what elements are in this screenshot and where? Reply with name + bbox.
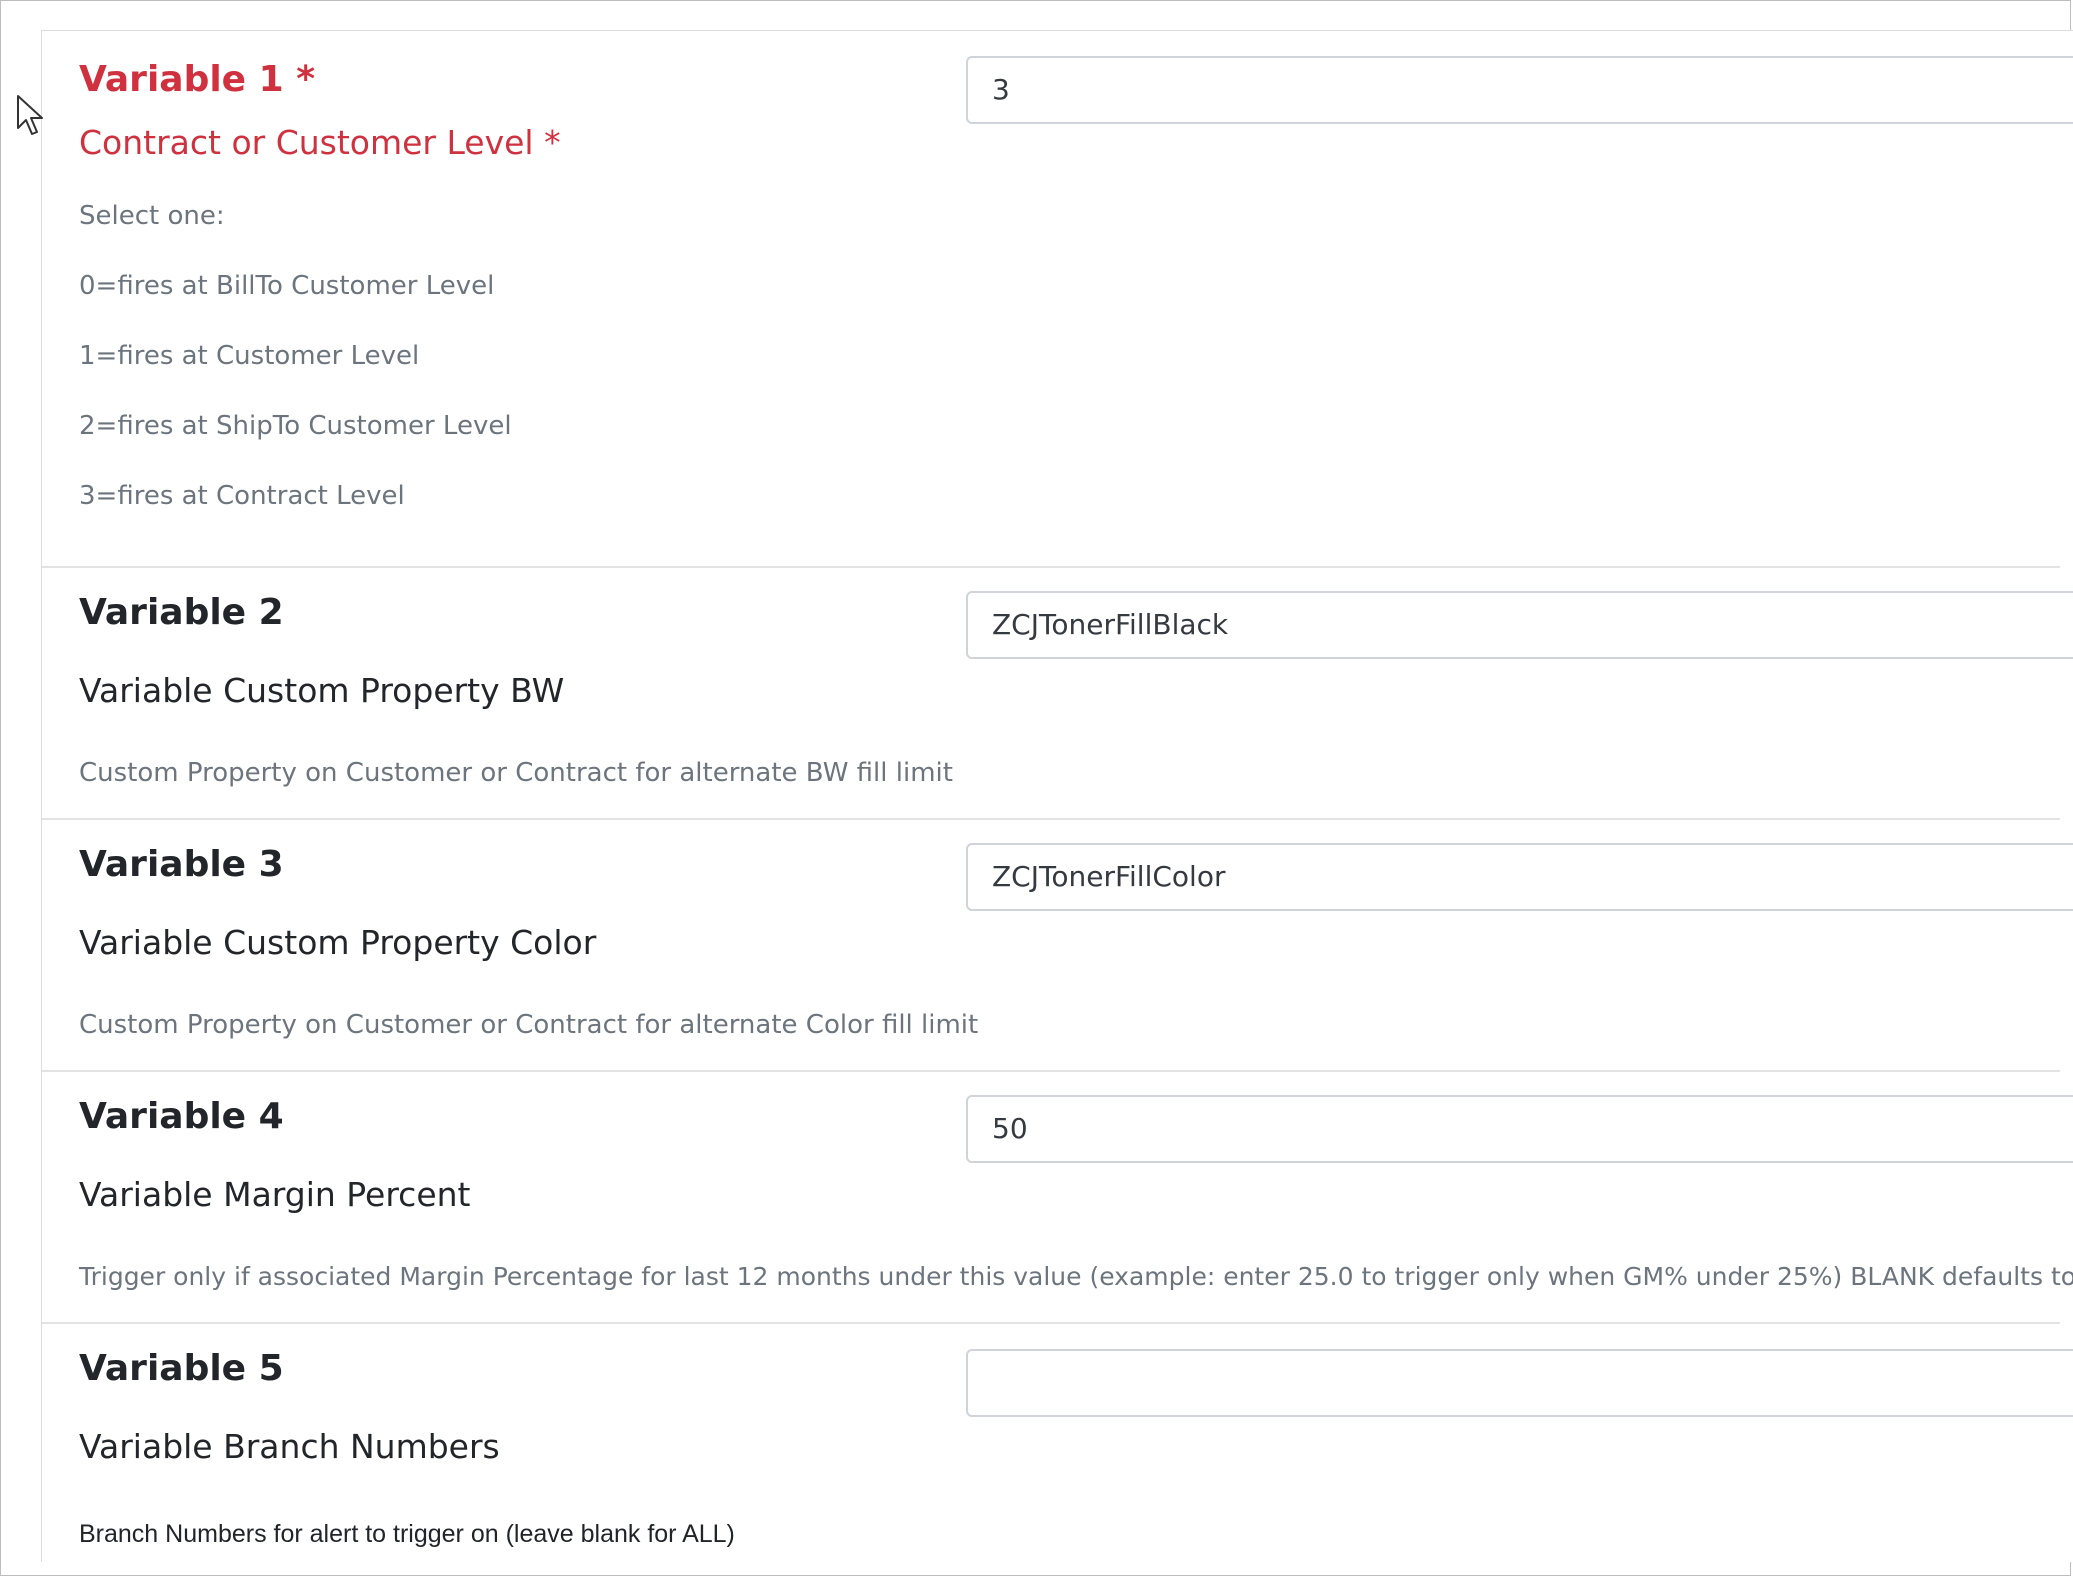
variable-4-title: Variable 4 xyxy=(79,1096,284,1137)
variable-4-row: Variable 4 Variable Margin Percent Trigg… xyxy=(42,1072,2073,1324)
variable-3-subtitle: Variable Custom Property Color xyxy=(79,923,597,962)
variable-4-input[interactable]: 50 xyxy=(966,1095,2073,1163)
variable-2-input[interactable]: ZCJTonerFillBlack xyxy=(966,591,2073,659)
mouse-pointer-icon xyxy=(17,95,43,135)
variable-5-subtitle: Variable Branch Numbers xyxy=(79,1427,500,1466)
variable-1-row: Variable 1 * Contract or Customer Level … xyxy=(42,31,2073,568)
variable-1-help-line: 1=fires at Customer Level xyxy=(79,341,420,371)
variable-1-help-line: 2=fires at ShipTo Customer Level xyxy=(79,411,512,441)
variable-1-help-line: 3=fires at Contract Level xyxy=(79,481,405,511)
variable-2-row: Variable 2 Variable Custom Property BW C… xyxy=(42,568,2073,820)
variable-5-help: Branch Numbers for alert to trigger on (… xyxy=(79,1520,735,1548)
variable-3-title: Variable 3 xyxy=(79,844,284,885)
variable-3-help: Custom Property on Customer or Contract … xyxy=(79,1010,979,1040)
variable-5-row: Variable 5 Variable Branch Numbers Branc… xyxy=(42,1324,2073,1562)
variable-5-input[interactable] xyxy=(966,1349,2073,1417)
variable-1-title: Variable 1 * xyxy=(79,59,316,100)
variable-1-input[interactable]: 3 xyxy=(966,56,2073,124)
variable-4-help: Trigger only if associated Margin Percen… xyxy=(79,1262,2073,1291)
variable-2-title: Variable 2 xyxy=(79,592,284,633)
variable-5-title: Variable 5 xyxy=(79,1348,284,1389)
variable-3-input[interactable]: ZCJTonerFillColor xyxy=(966,843,2073,911)
variable-4-subtitle: Variable Margin Percent xyxy=(79,1175,471,1214)
variable-2-help: Custom Property on Customer or Contract … xyxy=(79,758,953,788)
variable-3-row: Variable 3 Variable Custom Property Colo… xyxy=(42,820,2073,1072)
variable-1-help-line: Select one: xyxy=(79,201,225,231)
variable-1-subtitle: Contract or Customer Level * xyxy=(79,123,561,162)
variable-1-help-line: 0=fires at BillTo Customer Level xyxy=(79,271,495,301)
variable-2-subtitle: Variable Custom Property BW xyxy=(79,671,565,710)
